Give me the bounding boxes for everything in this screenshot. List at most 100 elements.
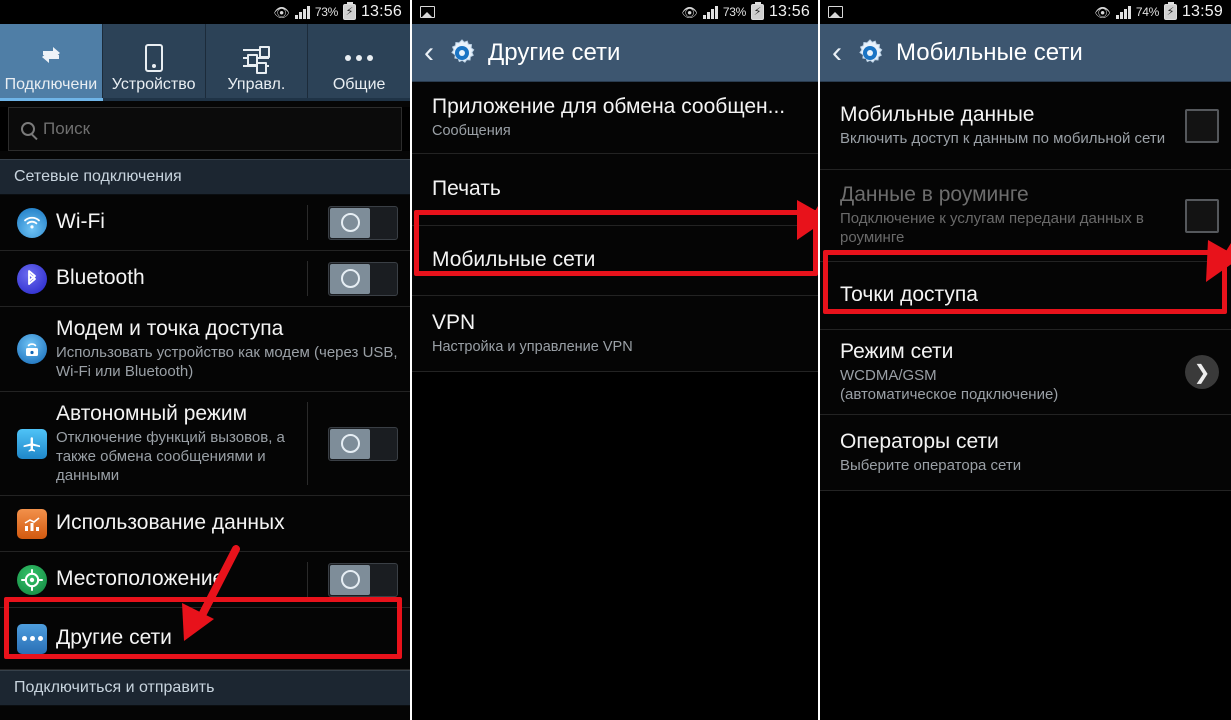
- signal-icon: [294, 5, 310, 19]
- status-bar-1: 👁 73% ⚡ 13:56: [0, 0, 410, 24]
- list-item-title: Модем и точка доступа: [56, 317, 284, 340]
- clock-label: 13:56: [360, 3, 402, 20]
- list-item-title: Приложение для обмена сообщен...: [432, 95, 786, 119]
- more-dots-icon: [345, 40, 374, 76]
- list-item-subtitle: Включить доступ к данным по мобильной се…: [840, 129, 1166, 147]
- settings-gear-icon: [854, 37, 886, 69]
- status-left-icons-3: [828, 6, 843, 18]
- list-item-subtitle: Настройка и управление VPN: [432, 338, 633, 355]
- battery-percent-label: 73%: [314, 5, 338, 19]
- list-item-title: Мобильные данные: [840, 102, 1035, 126]
- list-item-title: Другие сети: [56, 626, 172, 650]
- sliders-icon: [243, 40, 271, 76]
- clock-label: 13:59: [1181, 3, 1223, 20]
- panel-mobile-networks: 👁 74% ⚡ 13:59 ‹ Мобильные сети Мобильные…: [820, 0, 1231, 720]
- list-item-subtitle: Выберите оператора сети: [840, 456, 1022, 474]
- list-item-wifi[interactable]: Wi-Fi: [0, 195, 410, 251]
- status-right-icons-2: 👁 73% ⚡ 13:56: [681, 2, 810, 21]
- list-item-access-points[interactable]: Точки доступа: [820, 262, 1231, 330]
- location-icon: [12, 564, 52, 595]
- bluetooth-toggle[interactable]: [328, 261, 398, 296]
- mobile-data-checkbox[interactable]: [1185, 108, 1219, 143]
- wifi-icon: [12, 207, 52, 238]
- clock-label: 13:56: [768, 3, 810, 20]
- tab-connections-label: Подключени: [4, 76, 98, 93]
- bluetooth-icon: [12, 263, 52, 294]
- list-item-nfc[interactable]: NFC: [0, 706, 410, 720]
- data-usage-icon: [12, 508, 52, 539]
- back-chevron-icon[interactable]: ‹: [424, 37, 436, 68]
- wifi-toggle[interactable]: [328, 205, 398, 240]
- network-mode-chevron-icon[interactable]: ❯: [1185, 355, 1219, 390]
- list-item-subtitle: Отключение функций вызовов, а также обме…: [56, 429, 285, 484]
- list-item-location[interactable]: Местоположение: [0, 552, 410, 609]
- list-item-subtitle: WCDMA/GSM (автоматическое подключение): [840, 366, 1059, 403]
- eye-icon: 👁: [1094, 4, 1111, 20]
- status-right-icons-3: 👁 74% ⚡ 13:59: [1094, 2, 1223, 21]
- appbar-other-networks: ‹ Другие сети: [412, 24, 818, 82]
- list-item-other-networks[interactable]: Другие сети: [0, 608, 410, 671]
- data-roaming-checkbox[interactable]: [1185, 198, 1219, 233]
- tab-device[interactable]: Устройство: [103, 24, 206, 98]
- list-item-subtitle: Использовать устройство как модем (через…: [56, 343, 398, 380]
- status-bar-3: 👁 74% ⚡ 13:59: [820, 0, 1231, 24]
- list-item-title: Данные в роуминге: [840, 183, 1029, 207]
- back-chevron-icon[interactable]: ‹: [832, 37, 844, 68]
- search-input[interactable]: Поиск: [8, 107, 402, 151]
- tab-general-label: Общие: [332, 76, 386, 93]
- airplane-toggle[interactable]: [328, 426, 398, 461]
- section-connect-and-send: Подключиться и отправить: [0, 670, 410, 707]
- battery-icon: ⚡: [1163, 2, 1177, 20]
- search-icon: [21, 122, 35, 136]
- status-bar-2: 👁 73% ⚡ 13:56: [412, 0, 818, 24]
- status-right-icons: 👁 73% ⚡ 13:56: [273, 2, 402, 21]
- list-item-title: Режим сети: [840, 340, 954, 363]
- list-item-print[interactable]: Печать: [412, 154, 818, 226]
- battery-percent-label: 74%: [1135, 5, 1159, 19]
- appbar-mobile-networks: ‹ Мобильные сети: [820, 24, 1231, 82]
- list-item-data-roaming[interactable]: Данные в роуминге Подключение к услугам …: [820, 170, 1231, 262]
- list-item-vpn[interactable]: VPN Настройка и управление VPN: [412, 296, 818, 372]
- list-item-data-usage[interactable]: Использование данных: [0, 496, 410, 553]
- settings-gear-icon: [446, 37, 478, 69]
- tab-connections[interactable]: Подключени: [0, 24, 103, 98]
- list-item-mobile-networks[interactable]: Мобильные сети: [412, 226, 818, 296]
- eye-icon: 👁: [681, 4, 698, 20]
- list-item-mobile-data[interactable]: Мобильные данные Включить доступ к данны…: [820, 82, 1231, 170]
- three-screenshot-strip: 👁 73% ⚡ 13:56 Подключени Устройство Упра…: [0, 0, 1231, 720]
- list-item-title: Точки доступа: [840, 283, 978, 307]
- appbar-title: Другие сети: [488, 38, 621, 66]
- image-icon: [420, 6, 435, 18]
- list-item-network-mode[interactable]: Режим сети WCDMA/GSM (автоматическое под…: [820, 330, 1231, 416]
- list-item-airplane-mode[interactable]: Автономный режим Отключение функций вызо…: [0, 392, 410, 497]
- panel-other-networks: 👁 73% ⚡ 13:56 ‹ Другие сети Приложение д…: [410, 0, 820, 720]
- list-item-title: Использование данных: [56, 511, 285, 535]
- list-item-subtitle: Подключение к услугам передани данных в …: [840, 210, 1144, 246]
- list-item-title: Операторы сети: [840, 430, 999, 453]
- list-item-subtitle: Сообщения: [432, 122, 511, 139]
- tab-controls[interactable]: Управл.: [206, 24, 309, 98]
- list-item-title: Мобильные сети: [432, 248, 596, 272]
- list-item-bluetooth[interactable]: Bluetooth: [0, 251, 410, 307]
- list-item-title: Печать: [432, 177, 501, 201]
- phone-icon: [144, 40, 163, 76]
- list-item-title: VPN: [432, 311, 476, 335]
- tab-general[interactable]: Общие: [308, 24, 410, 98]
- list-item-title: Автономный режим: [56, 402, 248, 426]
- airplane-icon: [12, 428, 52, 459]
- tab-underline: [0, 98, 410, 101]
- location-toggle[interactable]: [328, 562, 398, 597]
- image-icon: [828, 6, 843, 18]
- search-value: Поиск: [43, 119, 91, 138]
- transfer-arrows-icon: [36, 40, 66, 76]
- list-item-tethering[interactable]: Модем и точка доступа Использовать устро…: [0, 307, 410, 393]
- list-item-messaging-app[interactable]: Приложение для обмена сообщен... Сообщен…: [412, 82, 818, 154]
- signal-icon: [1115, 5, 1131, 19]
- other-networks-icon: [12, 623, 52, 654]
- status-left-icons-2: [420, 6, 435, 18]
- section-network-connections: Сетевые подключения: [0, 159, 410, 195]
- tab-device-label: Устройство: [111, 76, 196, 93]
- list-item-network-operators[interactable]: Операторы сети Выберите оператора сети: [820, 415, 1231, 492]
- tab-controls-label: Управл.: [227, 76, 286, 93]
- eye-icon: 👁: [273, 4, 290, 20]
